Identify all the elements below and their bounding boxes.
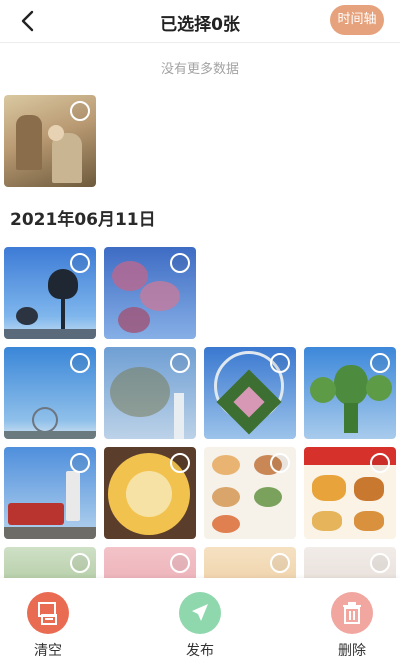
select-circle[interactable] — [170, 353, 190, 373]
delete-button[interactable]: 删除 — [312, 592, 392, 662]
select-circle[interactable] — [270, 353, 290, 373]
publish-button[interactable]: 发布 — [160, 592, 240, 662]
photo-thumbnail[interactable] — [104, 447, 196, 539]
photo-thumbnail[interactable] — [304, 347, 396, 439]
select-circle[interactable] — [270, 453, 290, 473]
select-circle[interactable] — [70, 553, 90, 573]
photo-thumbnail[interactable] — [4, 95, 96, 187]
publish-label: 发布 — [186, 643, 214, 659]
no-more-data-text: 没有更多数据 — [160, 62, 239, 77]
photo-thumbnail[interactable] — [4, 447, 96, 539]
select-circle[interactable] — [170, 253, 190, 273]
clear-icon — [27, 592, 69, 634]
clear-button[interactable]: 清空 — [8, 592, 88, 662]
top-bar: 已选择0张 时间轴 — [0, 0, 400, 43]
send-icon — [179, 592, 221, 634]
date-header: 2021年06月11日 — [10, 210, 156, 230]
select-circle[interactable] — [170, 453, 190, 473]
photo-thumbnail[interactable] — [4, 247, 96, 339]
photo-thumbnail[interactable] — [104, 247, 196, 339]
photo-thumbnail[interactable] — [204, 347, 296, 439]
photo-thumbnail[interactable] — [104, 347, 196, 439]
bottom-toolbar: 清空 发布 删除 — [0, 578, 400, 666]
select-circle[interactable] — [270, 553, 290, 573]
select-circle[interactable] — [370, 553, 390, 573]
select-circle[interactable] — [370, 353, 390, 373]
clear-label: 清空 — [34, 643, 62, 659]
photo-thumbnail[interactable] — [4, 347, 96, 439]
photo-thumbnail[interactable] — [304, 447, 396, 539]
select-circle[interactable] — [70, 101, 90, 121]
select-circle[interactable] — [70, 353, 90, 373]
select-circle[interactable] — [370, 453, 390, 473]
delete-label: 删除 — [338, 643, 366, 659]
select-circle[interactable] — [170, 553, 190, 573]
trash-icon — [331, 592, 373, 634]
select-circle[interactable] — [70, 253, 90, 273]
select-circle[interactable] — [70, 453, 90, 473]
timeline-button[interactable]: 时间轴 — [330, 5, 384, 35]
photo-thumbnail[interactable] — [204, 447, 296, 539]
